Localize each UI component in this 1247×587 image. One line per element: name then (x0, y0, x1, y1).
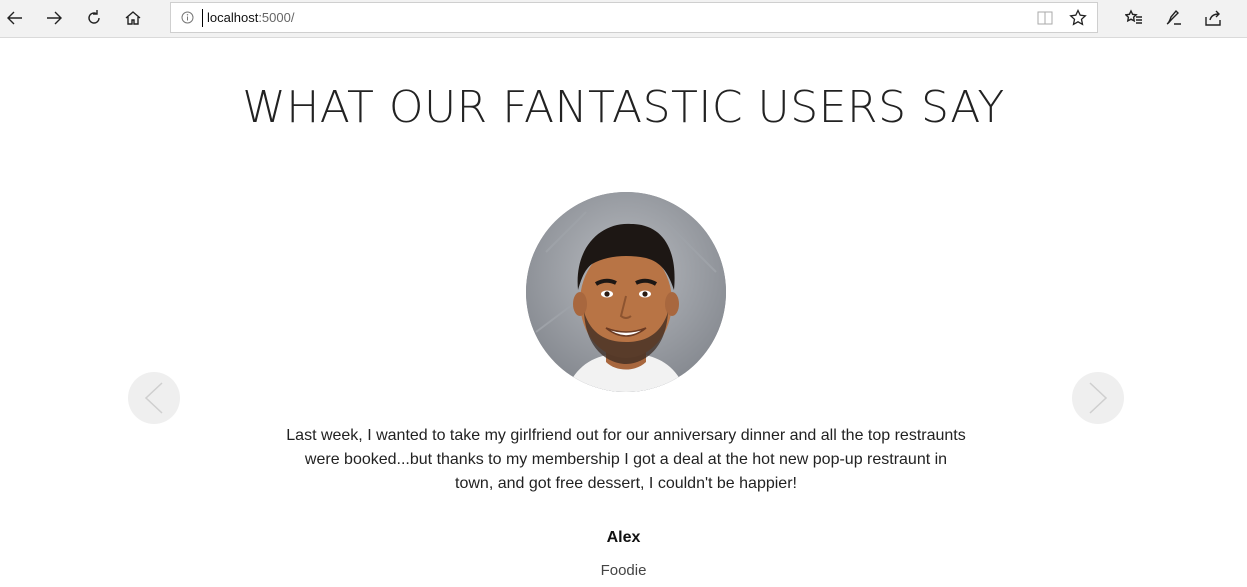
address-bar[interactable]: localhost:5000/ (170, 2, 1098, 33)
avatar-portrait-icon (526, 192, 726, 392)
chevron-right-icon (1089, 382, 1108, 414)
user-avatar (526, 192, 726, 392)
next-testimonial-button[interactable] (1072, 372, 1124, 424)
testimonial-author-role: Foodie (600, 562, 647, 579)
url-text[interactable]: localhost:5000/ (207, 10, 294, 25)
back-button[interactable] (0, 4, 30, 32)
page-title: WHAT OUR FANTASTIC USERS SAY (242, 82, 1005, 133)
browser-toolbar: localhost:5000/ (0, 0, 1247, 38)
back-icon (7, 11, 22, 25)
favorites-button[interactable] (1119, 4, 1149, 32)
url-host: localhost (207, 10, 259, 25)
notes-icon (1166, 9, 1181, 25)
notes-button[interactable] (1158, 4, 1188, 32)
home-icon (125, 11, 141, 25)
home-button[interactable] (118, 4, 148, 32)
testimonial-author-name: Alex (606, 529, 641, 546)
favorite-star-icon[interactable] (1069, 9, 1087, 27)
favorites-icon (1125, 9, 1142, 24)
chevron-left-icon (144, 382, 163, 414)
info-icon (181, 11, 194, 24)
text-cursor (202, 9, 203, 27)
refresh-button[interactable] (79, 4, 109, 32)
refresh-icon (88, 10, 100, 24)
testimonial-quote: Last week, I wanted to take my girlfrien… (286, 427, 966, 492)
previous-testimonial-button[interactable] (128, 372, 180, 424)
forward-button[interactable] (39, 4, 69, 32)
url-path: :5000/ (258, 10, 295, 25)
reading-view-icon[interactable] (1037, 11, 1053, 25)
share-icon (1205, 10, 1221, 26)
forward-icon (47, 11, 62, 25)
share-button[interactable] (1198, 4, 1228, 32)
